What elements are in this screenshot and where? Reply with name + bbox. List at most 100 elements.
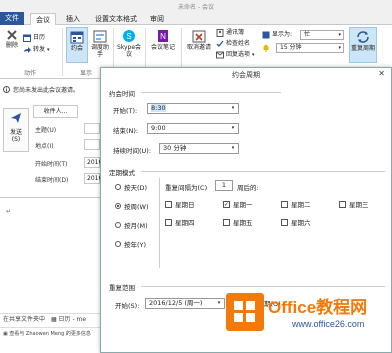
cancel-invitation-button[interactable]: 取消邀请 [184,29,214,51]
range-start-combo[interactable]: 2016/12/5 (周一) ▾ [145,298,225,309]
forward-button[interactable]: 转发 ▾ [23,46,50,54]
forward-icon [24,47,31,53]
address-book-icon [216,29,224,37]
checkbox-friday-box [223,218,230,226]
range-start-label: 开始(S): [115,302,140,310]
radio-yearly[interactable]: 按年(Y) [115,239,146,249]
radio-daily-label: 按天(D) [124,184,148,192]
show-as-text: 显示为: [272,31,293,38]
end-label: 结束(N): [113,127,139,135]
title-bar: 未命名 - 会议 [0,0,392,12]
divider [141,171,385,172]
start-time-combo[interactable]: 8:30 ▾ [147,103,239,114]
shared-folder-bar: 在共享文件夹中 ▦ 日历 - me [0,313,100,325]
ribbon-tabs: 文件 会议 插入 设置文本格式 审阅 [0,12,392,26]
scheduling-assistant-button[interactable]: 调度助手 [90,29,110,58]
delete-label: 删除 [5,42,18,49]
radio-weekly-dot [115,203,121,209]
calendar-button[interactable]: 日历 [23,34,45,42]
bell-icon [263,44,269,52]
radio-yearly-label: 按年(Y) [124,241,147,249]
checkbox-wednesday-box [339,200,346,208]
start-date-input[interactable]: 2016 [84,157,102,168]
tab-file[interactable]: 文件 [0,12,24,25]
group-show-label: 显示 [80,70,93,77]
check-names-button[interactable]: 检查姓名 [216,40,250,48]
tab-insert[interactable]: 插入 [62,13,84,25]
address-book-label: 通讯簿 [226,29,245,36]
checkbox-monday[interactable]: ✓ 星期一 [223,199,253,209]
shared-folder-text: 在共享文件夹中 [3,316,46,323]
appointment-icon [70,31,84,44]
shared-calendar-text: 日历 - me [58,316,87,323]
check-names-icon [216,40,224,47]
checkbox-friday[interactable]: 星期五 [223,217,253,227]
recurrence-button[interactable]: 重复周期 [349,27,377,63]
appointment-button[interactable]: 约会 [66,27,88,63]
section-range: 重复范围 [109,284,135,292]
send-key: (S) [11,136,21,143]
radio-daily-dot [115,184,121,190]
response-options-button[interactable]: 回复选项 ▾ [216,51,255,59]
close-icon[interactable]: ✕ [378,69,385,78]
chevron-down-icon: ▾ [252,52,255,58]
person-icon: ▣ [3,331,8,337]
checkbox-wednesday[interactable]: 星期三 [339,199,369,209]
skype-label: Skype会议 [116,44,142,58]
checkbox-saturday-box [281,218,288,226]
checkbox-sunday[interactable]: 星期日 [165,199,195,209]
section-recurrence-pattern: 定期模式 [109,169,135,177]
chevron-down-icon: ▾ [231,145,235,151]
address-book-button[interactable]: 通讯簿 [216,29,244,37]
send-button[interactable]: 发送 (S) [3,108,29,152]
office-logo [226,293,264,331]
radio-yearly-dot [115,241,121,247]
chevron-down-icon: ▾ [338,45,341,51]
to-button[interactable]: 收件人... [33,105,78,118]
location-label: 地点(I) [35,143,54,150]
radio-daily[interactable]: 按天(D) [115,182,147,192]
divider [141,92,281,93]
radio-weekly[interactable]: 按周(W) [115,201,149,211]
delete-button[interactable]: 删除 [3,29,21,49]
end-date-input[interactable]: 2016 [84,173,102,184]
checkbox-thursday-box [165,218,172,226]
scheduling-icon [93,30,107,43]
checkbox-thursday[interactable]: 星期四 [165,217,195,227]
duration-label: 持续时间(U): [113,147,152,155]
chevron-down-icon: ▾ [338,32,341,38]
reminder-dropdown[interactable]: 15 分钟 ▾ [276,43,344,53]
people-note[interactable]: 查看与 Zhaowen Meng 的更多信息 [9,331,91,337]
recur-every-input[interactable]: 1 [215,180,233,191]
chevron-down-icon: ▾ [231,105,235,111]
skype-meeting-button[interactable]: S Skype会议 [116,29,142,58]
cursor-mark: ↵ [6,208,12,215]
recurrence-icon [357,31,369,43]
checkbox-thursday-label: 星期四 [175,219,195,227]
chevron-down-icon: ▾ [231,125,235,131]
meeting-notes-button[interactable]: N 会议笔记 [148,29,178,51]
separator [62,28,63,76]
cancel-invitation-icon [192,30,206,43]
subject-input[interactable] [84,123,100,134]
checkbox-saturday[interactable]: 星期六 [281,217,311,227]
recur-every-label: 重复间隔为(C) [165,184,208,192]
show-as-dropdown[interactable]: 忙 ▾ [300,30,344,40]
radio-monthly[interactable]: 按月(M) [115,220,148,230]
checkbox-tuesday-label: 星期二 [291,201,311,209]
tab-review[interactable]: 审阅 [146,13,168,25]
tab-format-text[interactable]: 设置文本格式 [90,13,142,25]
message-body[interactable]: ↵ [0,197,100,317]
info-bar: 您尚未发出此会议邀请。 [0,83,100,95]
onenote-icon: N [158,30,168,42]
location-input[interactable] [84,139,100,150]
response-options-icon [216,51,224,59]
end-time-combo[interactable]: 9:00 ▾ [147,123,239,134]
checkbox-tuesday[interactable]: 星期二 [281,199,311,209]
reminder-value: 15 分钟 [280,44,302,51]
checkbox-friday-label: 星期五 [233,219,253,227]
pattern-divider [159,178,160,268]
recurrence-label: 重复周期 [350,45,375,52]
svg-text:S: S [126,32,131,41]
duration-combo[interactable]: 30 分钟 ▾ [159,143,239,154]
